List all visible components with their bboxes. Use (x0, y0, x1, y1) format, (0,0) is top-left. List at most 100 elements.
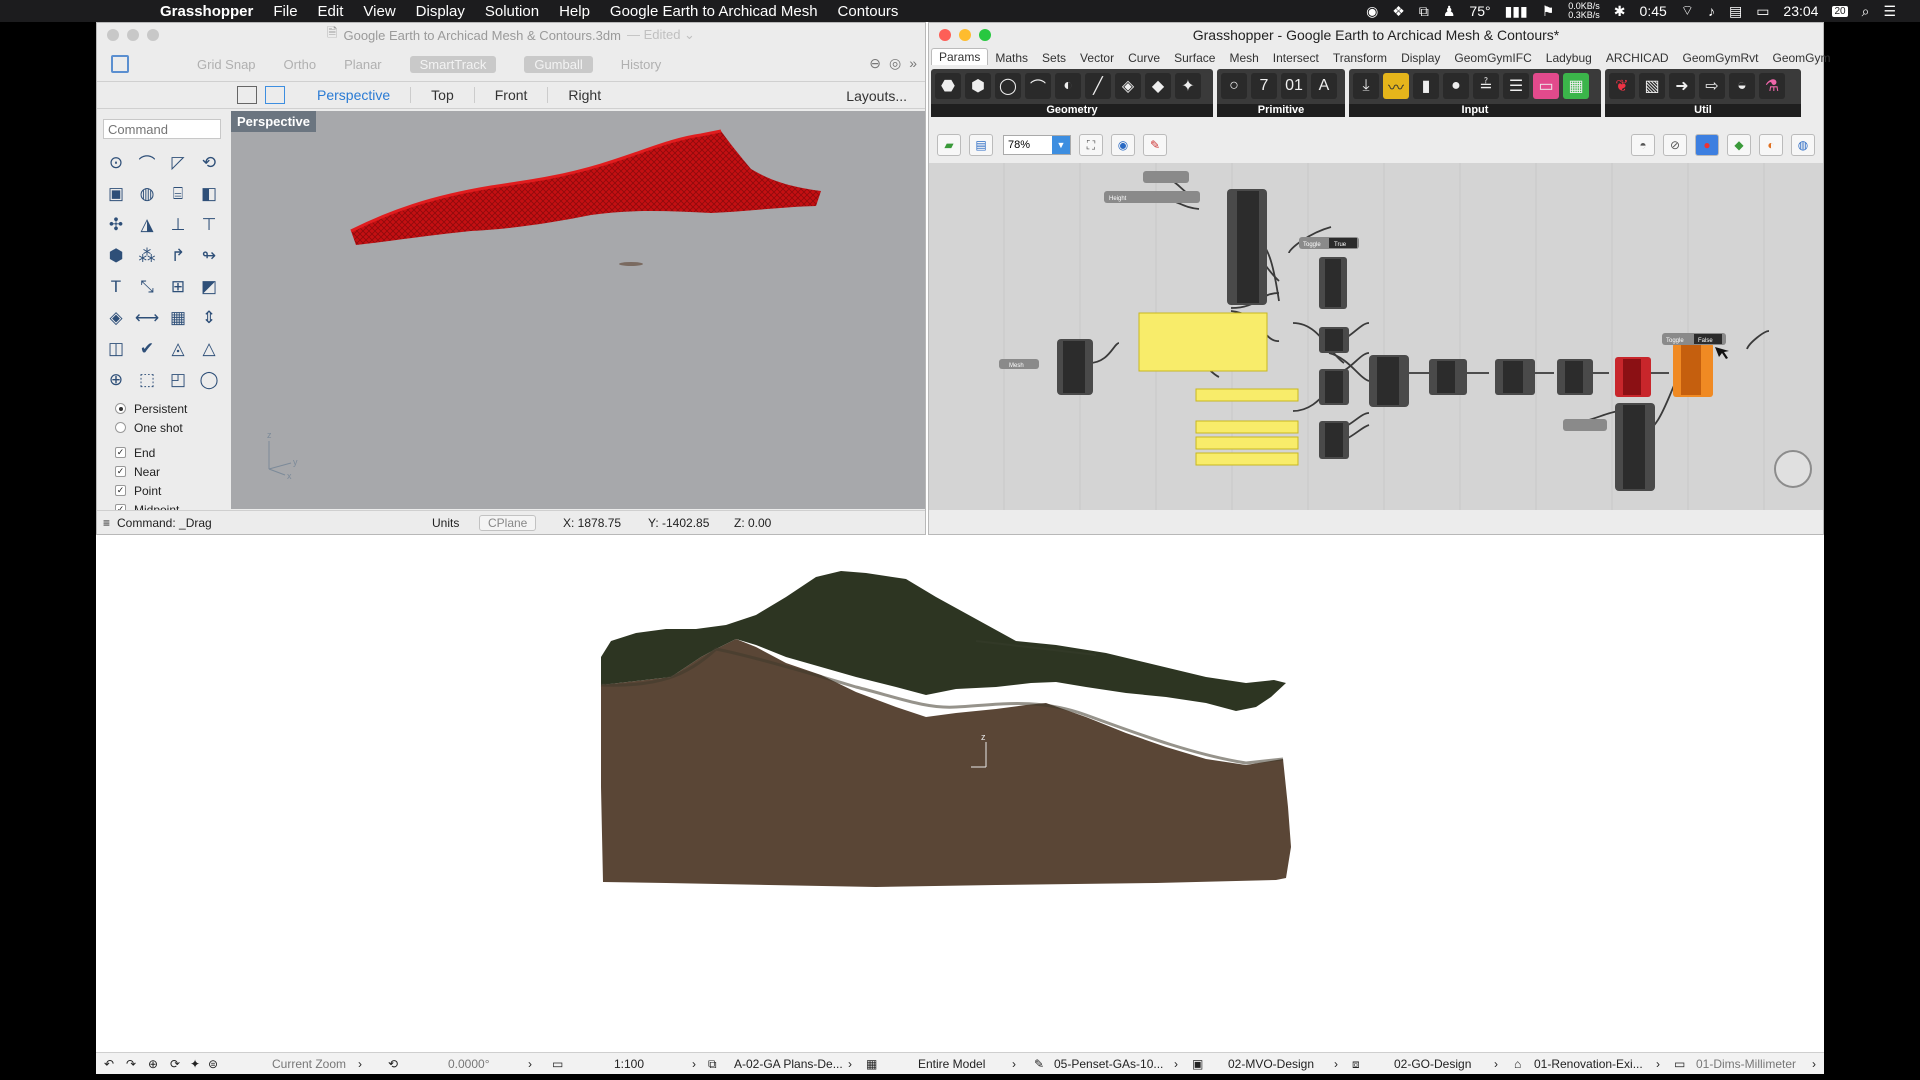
checkbox-end[interactable]: ✓ (115, 447, 126, 458)
go-icon[interactable]: ⧈ (1352, 1057, 1360, 1072)
record-icon[interactable]: ◉ (1366, 3, 1378, 20)
zoom-level[interactable]: Current Zoom (272, 1057, 346, 1071)
dimension-icon[interactable]: ▭ (1674, 1057, 1685, 1071)
layouts-button[interactable]: Layouts... (846, 88, 907, 104)
redo-icon[interactable]: ↷ (126, 1057, 136, 1071)
zoom-extents-icon[interactable]: ⛶ (1079, 134, 1103, 156)
tab-ladybug[interactable]: Ladybug (1539, 51, 1599, 65)
tab-top[interactable]: Top (410, 87, 474, 103)
airplay-icon[interactable]: ▭ (1756, 3, 1769, 20)
dropbox-icon[interactable]: ❖ (1392, 3, 1405, 20)
shaded-preview-icon[interactable]: ● (1695, 134, 1719, 156)
spotlight-icon[interactable]: ⌕ (1862, 3, 1870, 20)
menu-solution[interactable]: Solution (485, 3, 539, 20)
cplane-dropdown[interactable]: CPlane (479, 514, 537, 531)
util-cherry-icon[interactable]: ❦ (1609, 73, 1635, 99)
tab-intersect[interactable]: Intersect (1266, 51, 1326, 65)
gh-titlebar[interactable]: Grasshopper - Google Earth to Archicad M… (929, 23, 1823, 47)
toggle-gumball[interactable]: Gumball (524, 55, 593, 73)
light-tool-icon[interactable]: △ (196, 335, 222, 362)
rhino-titlebar[interactable]: 🗎 Google Earth to Archicad Mesh & Contou… (97, 23, 925, 47)
cylinder-tool-icon[interactable]: ⌸ (165, 180, 191, 207)
param-geometry-icon[interactable]: ⬣ (935, 73, 961, 99)
bluetooth-icon[interactable]: ✱ (1614, 3, 1626, 20)
chevron-down-icon[interactable]: ▼ (1052, 136, 1070, 154)
gh-canvas[interactable]: Height Toggle True Mesh Toggle False (929, 163, 1823, 511)
param-line-icon[interactable]: ╱ (1085, 73, 1111, 99)
tab-display[interactable]: Display (1394, 51, 1447, 65)
radio-persistent[interactable] (115, 403, 126, 414)
boolean-tool-icon[interactable]: ✣ (103, 211, 129, 238)
scale-icon[interactable]: ▭ (552, 1057, 563, 1071)
undo-icon[interactable]: ↶ (104, 1057, 114, 1071)
rotate-view-icon[interactable]: ◎ (889, 55, 901, 72)
param-mesh-icon[interactable]: ◈ (1115, 73, 1141, 99)
four-view-icon[interactable] (237, 86, 257, 104)
flag-icon[interactable]: ⚑ (1542, 3, 1555, 20)
menu-view[interactable]: View (363, 3, 395, 20)
tab-perspective[interactable]: Perspective (297, 87, 410, 103)
tab-mesh[interactable]: Mesh (1222, 51, 1265, 65)
node-panel-count[interactable] (1195, 452, 1299, 466)
document-preview-icon[interactable]: ◐ (1759, 134, 1783, 156)
solid-edit-icon[interactable]: ⬢ (103, 242, 129, 269)
gh-zoom-button[interactable] (979, 29, 991, 41)
archicad-3d-window[interactable]: z (96, 537, 1824, 1053)
edit-curve-icon[interactable]: ⟲ (196, 149, 222, 176)
layer-combination[interactable]: A-02-GA Plans-De... (734, 1057, 843, 1071)
minimize-button[interactable] (127, 29, 139, 41)
render-tool-icon[interactable]: ◬ (165, 335, 191, 362)
util-graph-mapper-icon[interactable]: ▧ (1639, 73, 1665, 99)
input-gradient-icon[interactable]: ▦ (1563, 73, 1589, 99)
preview-off-icon[interactable]: ◓ (1631, 134, 1655, 156)
menu-file[interactable]: File (273, 3, 297, 20)
tab-params[interactable]: Params (931, 48, 989, 65)
param-text-icon[interactable]: A (1311, 73, 1337, 99)
single-view-icon[interactable] (265, 86, 285, 104)
node-panel-small[interactable] (1195, 388, 1299, 402)
tab-maths[interactable]: Maths (988, 51, 1035, 65)
orbit-icon[interactable]: ⟳ (170, 1057, 180, 1071)
units-label[interactable]: Units (432, 516, 459, 530)
selected-preview-icon[interactable]: ◆ (1727, 134, 1751, 156)
perspective-viewport[interactable]: Perspective z y x (231, 111, 925, 509)
checkbox-near[interactable]: ✓ (115, 466, 126, 477)
osnap-end[interactable]: ✓ End (115, 443, 229, 462)
viewport-label[interactable]: Perspective (231, 111, 316, 132)
deform-tool-icon[interactable]: ◮ (134, 211, 160, 238)
input-toggle-icon[interactable]: ▮ (1413, 73, 1439, 99)
model-view-icon[interactable]: ▦ (866, 1057, 877, 1071)
fillet-tool-icon[interactable]: ↱ (165, 242, 191, 269)
graphic-override[interactable]: 02-GO-Design (1394, 1057, 1471, 1071)
input-graph-icon[interactable]: 〰 (1383, 73, 1409, 99)
zoom-button[interactable] (147, 29, 159, 41)
toggle-planar[interactable]: Planar (344, 57, 382, 72)
dimension-standard[interactable]: 01-Dims-Millimeter (1696, 1057, 1796, 1071)
param-plane-icon[interactable]: ◆ (1145, 73, 1171, 99)
gh-minimize-button[interactable] (959, 29, 971, 41)
util-forward-arrow-icon[interactable]: ➜ (1669, 73, 1695, 99)
sidebar-toggle-icon[interactable] (111, 55, 129, 73)
node-archicad-toggle[interactable] (1563, 419, 1607, 431)
user-icon[interactable]: ♟ (1443, 3, 1456, 20)
menu-display[interactable]: Display (416, 3, 465, 20)
renovation-icon[interactable]: ⌂ (1514, 1057, 1521, 1071)
temperature[interactable]: 75° (1469, 3, 1490, 19)
command-input[interactable] (103, 119, 221, 139)
util-back-arrow-icon[interactable]: ⇨ (1699, 73, 1725, 99)
penset-icon[interactable]: ✎ (1034, 1057, 1044, 1071)
tab-sets[interactable]: Sets (1035, 51, 1073, 65)
menu-edit[interactable]: Edit (318, 3, 344, 20)
array-tool-icon[interactable]: ⊞ (165, 273, 191, 300)
mesh-tool-icon[interactable]: ◈ (103, 304, 129, 331)
zoom-icon[interactable]: ⊜ (208, 1057, 218, 1071)
tab-geomgymifc[interactable]: GeomGymIFC (1447, 51, 1538, 65)
bake-icon[interactable]: ◍ (1791, 134, 1815, 156)
clock[interactable]: 23:04 (1783, 3, 1818, 19)
scale-tool-icon[interactable]: ⤡ (134, 273, 160, 300)
tab-archicad[interactable]: ARCHICAD (1599, 51, 1676, 65)
tab-curve[interactable]: Curve (1121, 51, 1167, 65)
tab-transform[interactable]: Transform (1326, 51, 1394, 65)
transform-tool-icon[interactable]: ⊥ (165, 211, 191, 238)
copy-icon[interactable]: ⧉ (1419, 3, 1429, 20)
